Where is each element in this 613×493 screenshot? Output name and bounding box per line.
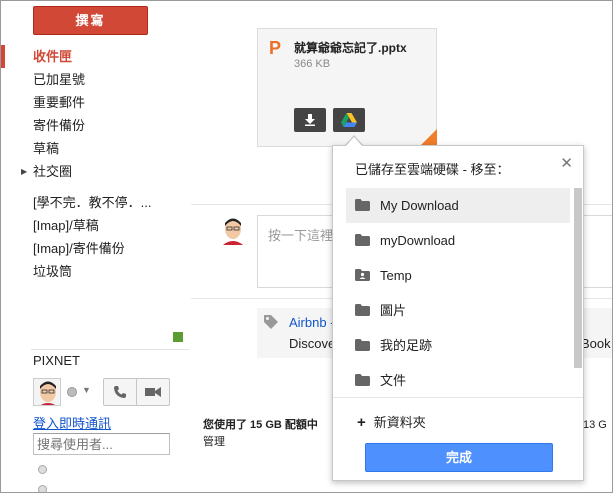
folder-icon (355, 234, 370, 246)
drive-icon (341, 113, 357, 127)
download-button[interactable] (294, 108, 326, 132)
chat-online-indicator (173, 332, 183, 342)
ad-description-tail: Book (581, 336, 611, 351)
nav-item-imap-sent[interactable]: [Imap]/寄件備份 (1, 237, 191, 260)
attachment-name: 就算爺爺忘記了.pptx (294, 41, 407, 55)
avatar-face-icon (219, 215, 247, 245)
folder-list: My Download myDownload Temp 圖片我的足跡文件 (346, 188, 570, 398)
storage-manage-link[interactable]: 管理 (203, 433, 225, 449)
plus-icon: + (357, 414, 366, 431)
folder-item[interactable]: My Download (346, 188, 570, 223)
nav-item-sent[interactable]: 寄件備份 (1, 114, 191, 137)
status-dot-icon[interactable] (67, 387, 77, 397)
nav-item-imap-drafts[interactable]: [Imap]/草稿 (1, 214, 191, 237)
download-icon (305, 114, 315, 126)
compose-button[interactable]: 撰寫 (33, 6, 148, 35)
folder-name: Temp (380, 268, 412, 283)
folder-icon (355, 199, 370, 211)
gmail-window: 撰寫 收件匣 已加星號 重要郵件 寄件備份 草稿 ▶ 社交圈 [學不完．教不停．… (0, 0, 613, 493)
chat-account-name: PIXNET (33, 353, 80, 368)
folder-name: 我的足跡 (380, 338, 433, 353)
storage-quota-text: 您使用了 15 GB 配額中 (203, 419, 318, 431)
nav-item-label-1[interactable]: [學不完．教不停．... (1, 191, 191, 214)
avatar-face-icon (34, 379, 60, 405)
nav-item-circles-label: 社交圈 (33, 164, 73, 179)
nav-item-circles[interactable]: ▶ 社交圈 (1, 160, 191, 183)
storage-quota-amount: 13 G (583, 419, 607, 431)
sidebar-divider (31, 349, 189, 350)
powerpoint-icon: P (269, 38, 282, 58)
attachment-card[interactable]: P 就算爺爺忘記了.pptx 366 KB (257, 28, 437, 147)
label-nav: 收件匣 已加星號 重要郵件 寄件備份 草稿 ▶ 社交圈 [學不完．教不停．...… (1, 45, 191, 283)
avatar (219, 215, 247, 245)
people-search-input[interactable] (33, 433, 170, 455)
folder-item[interactable]: 圖片 (346, 293, 570, 328)
nav-item-trash[interactable]: 垃圾筒 (1, 260, 191, 283)
nav-item-inbox[interactable]: 收件匣 (1, 45, 191, 68)
folder-icon (355, 339, 370, 351)
scrollbar[interactable] (574, 188, 582, 368)
status-dot-icon (38, 465, 47, 474)
expand-triangle-icon[interactable]: ▶ (21, 160, 27, 183)
sidebar: 撰寫 收件匣 已加星號 重要郵件 寄件備份 草稿 ▶ 社交圈 [學不完．教不停．… (1, 1, 191, 492)
folder-item[interactable]: Temp (346, 258, 570, 293)
folder-item[interactable]: myDownload (346, 223, 570, 258)
ad-description: Discove (289, 336, 336, 351)
folder-name: My Download (380, 198, 459, 213)
nav-item-starred[interactable]: 已加星號 (1, 68, 191, 91)
video-icon[interactable] (136, 379, 169, 405)
new-folder-label: 新資料夾 (373, 415, 426, 430)
phone-icon[interactable] (104, 379, 136, 405)
folder-item[interactable]: 文件 (346, 363, 570, 398)
avatar[interactable] (33, 378, 61, 406)
popup-title: 已儲存至雲端硬碟 - 移至： (355, 162, 510, 177)
folder-name: 圖片 (380, 303, 407, 318)
divider (333, 397, 583, 398)
drive-move-popup: 已儲存至雲端硬碟 - 移至： ✕ My Download myDownload Te… (332, 145, 584, 481)
status-dot-icon (38, 485, 47, 492)
new-folder-button[interactable]: + 新資料夾 (357, 412, 426, 431)
folder-name: myDownload (380, 233, 456, 248)
nav-item-important[interactable]: 重要郵件 (1, 91, 191, 114)
ad-title-link[interactable]: Airbnb - (289, 315, 335, 330)
save-to-drive-button[interactable] (333, 108, 365, 132)
chat-signin-link[interactable]: 登入即時通訊 (33, 413, 111, 432)
chat-call-buttons (103, 378, 170, 406)
folder-icon (355, 304, 370, 316)
folder-item[interactable]: 我的足跡 (346, 328, 570, 363)
nav-item-drafts[interactable]: 草稿 (1, 137, 191, 160)
tag-icon (263, 314, 279, 333)
chevron-down-icon[interactable]: ▼ (82, 385, 91, 395)
popup-pointer-fill (345, 137, 363, 147)
attachment-size: 366 KB (294, 58, 331, 70)
folder-name: 文件 (380, 373, 407, 388)
close-icon[interactable]: ✕ (560, 154, 573, 172)
folder-icon (355, 374, 370, 386)
shared-folder-icon (355, 269, 370, 281)
done-button[interactable]: 完成 (365, 443, 553, 472)
